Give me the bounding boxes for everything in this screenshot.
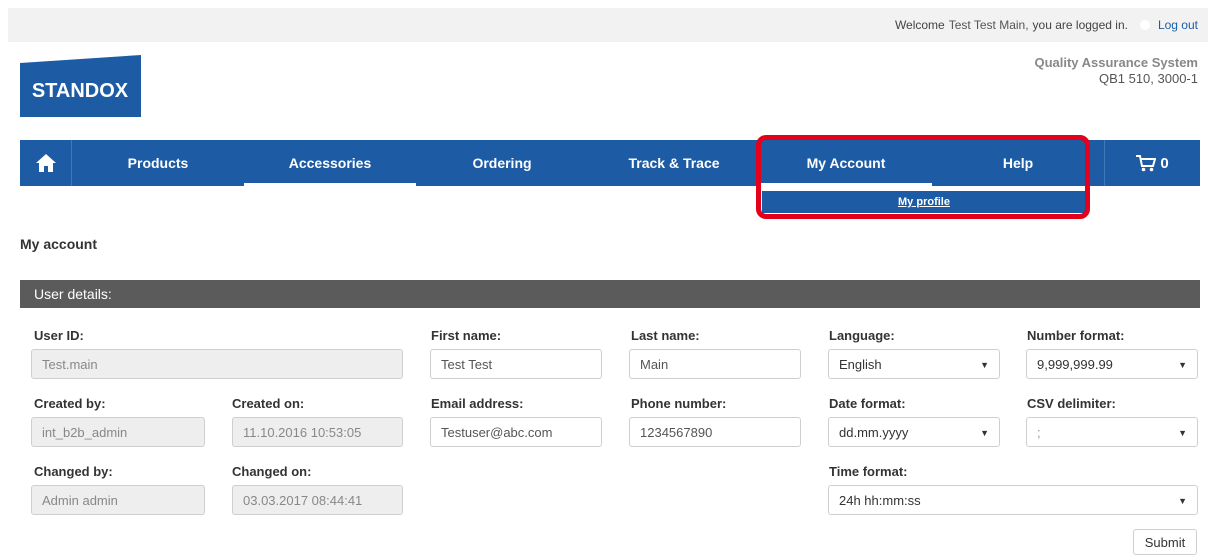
changed-on-label: Changed on:: [232, 464, 312, 479]
created-by-field[interactable]: int_b2b_admin: [31, 417, 205, 447]
chevron-down-icon: ▼: [980, 428, 989, 438]
home-icon: [35, 154, 56, 172]
csv-delimiter-label: CSV delimiter:: [1027, 396, 1116, 411]
csv-delimiter-select[interactable]: ; ▼: [1026, 417, 1198, 447]
changed-on-field[interactable]: 03.03.2017 08:44:41: [232, 485, 403, 515]
logged-in-text: you are logged in.: [1032, 18, 1128, 32]
user-icon: [1139, 20, 1150, 30]
created-on-label: Created on:: [232, 396, 305, 411]
time-format-select[interactable]: 24h hh:mm:ss ▼: [828, 485, 1198, 515]
created-on-field[interactable]: 11.10.2016 10:53:05: [232, 417, 403, 447]
nav-ordering[interactable]: Ordering: [416, 140, 588, 186]
user-id-label: User ID:: [34, 328, 84, 343]
cart-icon: [1136, 154, 1157, 171]
nav-track-trace[interactable]: Track & Trace: [588, 140, 760, 186]
last-name-label: Last name:: [631, 328, 700, 343]
top-bar: Welcome Test Test Main, you are logged i…: [8, 8, 1208, 42]
cart-count: 0: [1160, 154, 1169, 172]
last-name-field[interactable]: Main: [629, 349, 801, 379]
standox-logo[interactable]: STANDOX: [20, 55, 141, 117]
welcome-text: Welcome: [894, 18, 945, 32]
number-format-select[interactable]: 9,999,999.99 ▼: [1026, 349, 1198, 379]
system-code: QB1 510, 3000-1: [1098, 71, 1198, 86]
language-label: Language:: [829, 328, 895, 343]
email-label: Email address:: [431, 396, 524, 411]
logo-text: STANDOX: [32, 80, 129, 102]
system-info: Quality Assurance System QB1 510, 3000-1: [1034, 55, 1198, 87]
chevron-down-icon: ▼: [1178, 428, 1187, 438]
number-format-label: Number format:: [1027, 328, 1125, 343]
time-format-value: 24h hh:mm:ss: [839, 492, 921, 508]
email-field[interactable]: Testuser@abc.com: [430, 417, 602, 447]
phone-field[interactable]: 1234567890: [629, 417, 801, 447]
language-value: English: [839, 356, 882, 372]
logout-link[interactable]: Log out: [1158, 18, 1198, 32]
home-button[interactable]: [20, 140, 72, 186]
chevron-down-icon: ▼: [1178, 360, 1187, 370]
csv-delimiter-value: ;: [1037, 424, 1041, 440]
first-name-field[interactable]: Test Test: [430, 349, 602, 379]
nav-products[interactable]: Products: [72, 140, 244, 186]
created-by-label: Created by:: [34, 396, 106, 411]
nav-accessories[interactable]: Accessories: [244, 140, 416, 186]
first-name-label: First name:: [431, 328, 502, 343]
time-format-label: Time format:: [829, 464, 908, 479]
user-id-field[interactable]: Test.main: [31, 349, 403, 379]
date-format-select[interactable]: dd.mm.yyyy ▼: [828, 417, 1000, 447]
cart-button[interactable]: 0: [1104, 140, 1200, 186]
highlight-annotation: [756, 135, 1090, 219]
chevron-down-icon: ▼: [1178, 496, 1187, 506]
username: Test Test Main,: [948, 18, 1029, 32]
language-select[interactable]: English ▼: [828, 349, 1000, 379]
number-format-value: 9,999,999.99: [1037, 356, 1113, 372]
date-format-label: Date format:: [829, 396, 906, 411]
page-title: My account: [20, 236, 98, 252]
submit-button[interactable]: Submit: [1133, 529, 1197, 555]
date-format-value: dd.mm.yyyy: [839, 424, 909, 440]
phone-label: Phone number:: [631, 396, 727, 411]
changed-by-field[interactable]: Admin admin: [31, 485, 205, 515]
changed-by-label: Changed by:: [34, 464, 113, 479]
system-title: Quality Assurance System: [1034, 55, 1198, 70]
chevron-down-icon: ▼: [980, 360, 989, 370]
section-header: User details:: [20, 280, 1200, 308]
